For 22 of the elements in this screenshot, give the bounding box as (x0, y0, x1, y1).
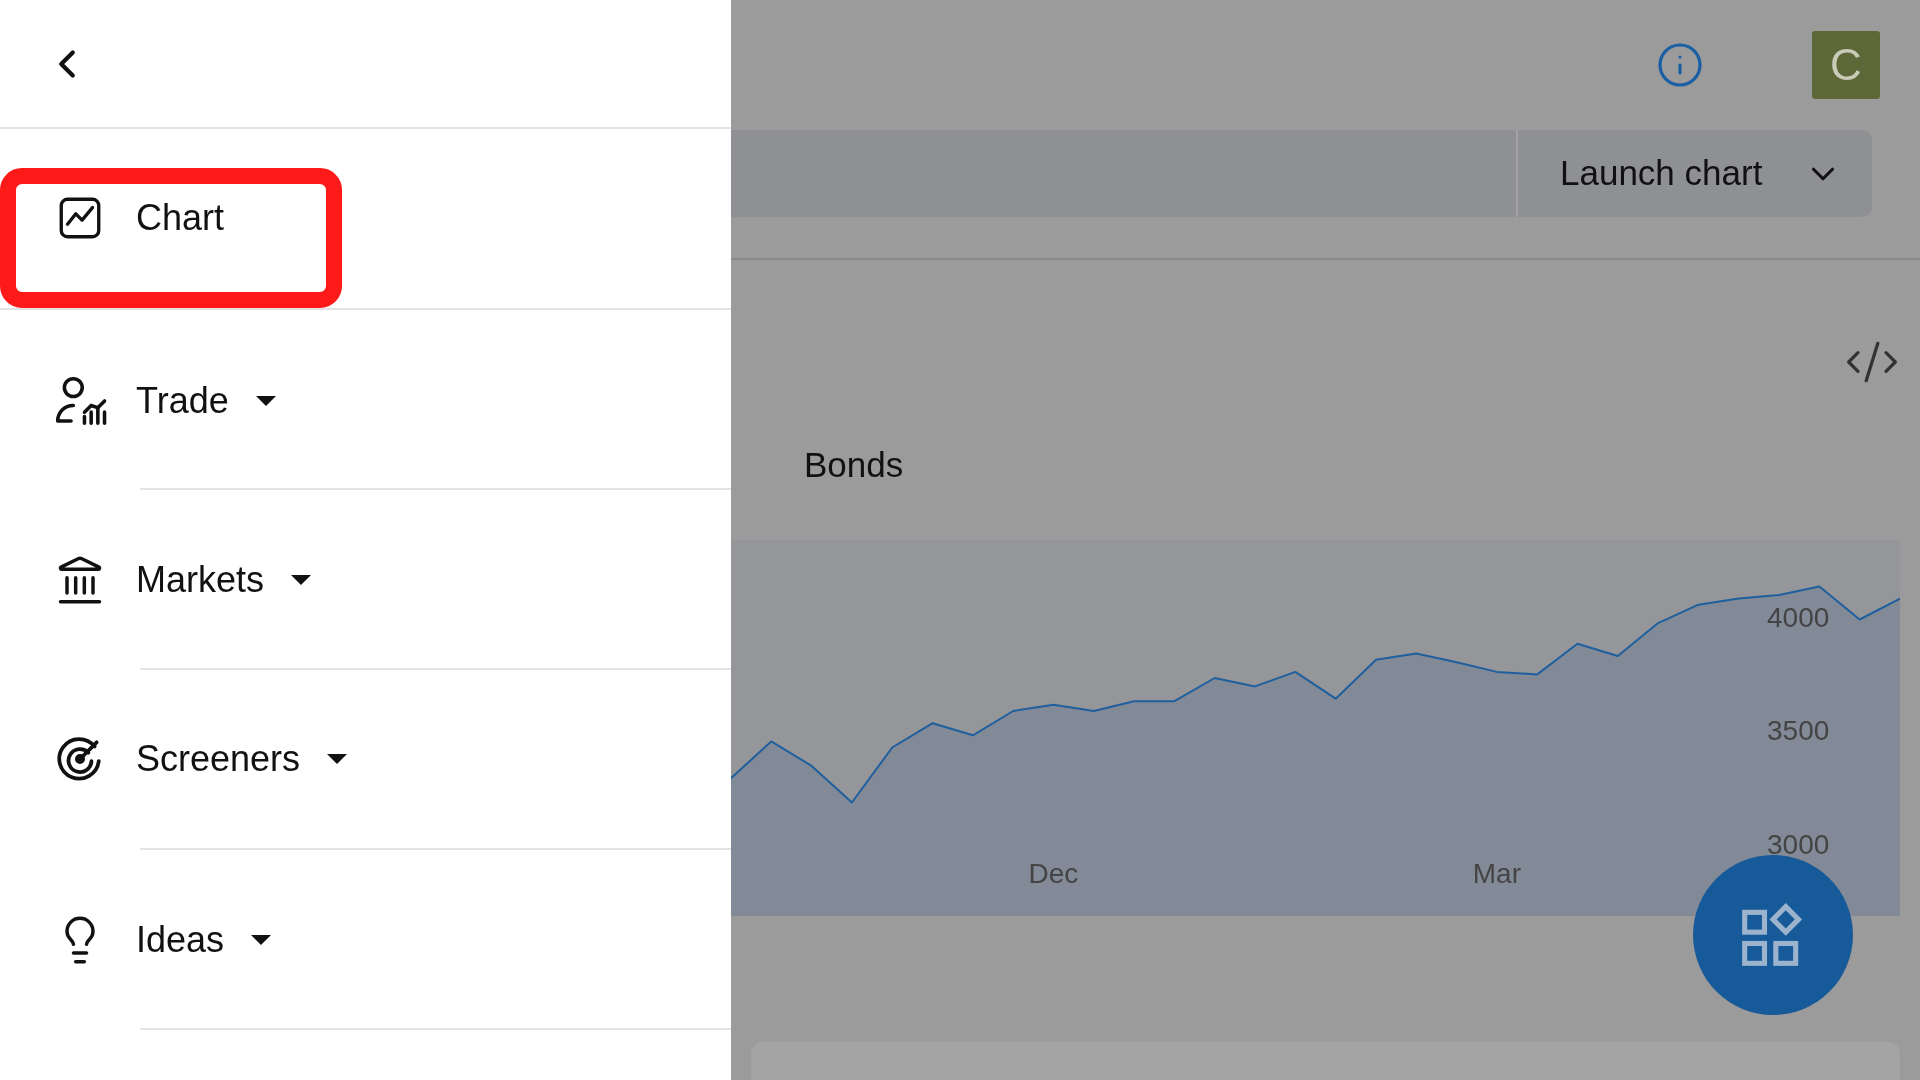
axis-label: 3000 (1767, 829, 1830, 860)
caret-icon (254, 395, 277, 407)
axis-label: 4000 (1767, 601, 1830, 633)
menu-item-label: Chart (136, 200, 225, 236)
menu-item-label: Ideas (136, 922, 225, 958)
menu-item[interactable]: Chart (50, 193, 225, 243)
menu-item[interactable]: Trade (50, 374, 277, 428)
menu-item[interactable]: Ideas (50, 914, 273, 966)
caret-icon (290, 574, 313, 586)
tab[interactable]: Bonds (804, 438, 904, 492)
caret-icon (326, 753, 349, 765)
menu-item[interactable]: Screeners (50, 734, 349, 784)
axis-label: Mar (1472, 858, 1521, 889)
menu-item-label: Screeners (136, 741, 301, 777)
avatar[interactable]: C (1812, 31, 1880, 99)
launch-chart-button[interactable]: Launch chart (1516, 130, 1872, 217)
menu-item-label: Markets (136, 562, 265, 598)
axis-label: 3500 (1767, 715, 1830, 747)
menu-item[interactable]: Markets (50, 554, 313, 606)
axis-label: Dec (1028, 858, 1079, 889)
menu-item-label: Trade (136, 383, 229, 419)
caret-icon (250, 934, 273, 946)
